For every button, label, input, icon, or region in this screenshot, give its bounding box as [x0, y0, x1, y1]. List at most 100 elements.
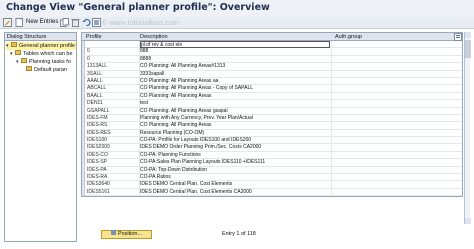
- row-selector[interactable]: [82, 114, 85, 122]
- row-selector[interactable]: [82, 159, 85, 167]
- cell-description[interactable]: CO-PA: Planning Functions: [140, 152, 330, 159]
- cell-profile: 3SALL: [87, 70, 103, 77]
- table-row[interactable]: pl.of rev & cost ele: [82, 41, 462, 49]
- copy-icon[interactable]: [60, 18, 69, 27]
- cell-description[interactable]: pl.of rev & cost ele: [140, 41, 330, 48]
- cell-description[interactable]: Planning with Any Currency, Prev. Year P…: [140, 115, 330, 122]
- table-row[interactable]: IDES5161 IDES DEMO Central Plan. Cost Ele…: [82, 188, 462, 197]
- cell-description[interactable]: CO-PA: Profile for Layouts IDES100 and I…: [140, 137, 330, 144]
- row-selector[interactable]: [82, 181, 85, 189]
- scroll-up-button[interactable]: [465, 32, 471, 38]
- row-selector[interactable]: [82, 41, 85, 48]
- delete-icon[interactable]: [71, 18, 80, 27]
- row-selector[interactable]: [82, 129, 85, 137]
- tree-item-label: Default paran: [34, 67, 68, 73]
- table-row[interactable]: IDES-PA CO-PA: Top-Down Distribution: [82, 166, 462, 175]
- table-row[interactable]: 3SALL 3333sapall: [82, 70, 462, 78]
- row-selector[interactable]: [82, 174, 85, 182]
- cell-profile: 0: [87, 48, 90, 55]
- table-row[interactable]: IDES-RS CO Planning: All Planning Areas: [82, 122, 462, 130]
- cell-description[interactable]: CO Planning: All Planning Areas aa: [140, 78, 330, 85]
- column-header-auth-group[interactable]: Auth.group: [335, 33, 362, 41]
- table-row[interactable]: ABCALL CO Planning: All Planning Areas - …: [82, 85, 462, 93]
- tree-item-planning-tasks[interactable]: ▾ Planning tasks fo: [16, 58, 76, 66]
- cell-description[interactable]: IDES DEMO Central Plan. Cost Elements: [140, 181, 330, 188]
- cell-description[interactable]: IDES DEMO Order Planning Prim./Sec. Cost…: [140, 144, 330, 151]
- position-button[interactable]: Position...: [101, 230, 152, 239]
- row-selector[interactable]: [82, 55, 85, 63]
- table-row[interactable]: DEN11 test: [82, 100, 462, 108]
- select-all-icon[interactable]: [92, 18, 101, 27]
- table-row[interactable]: AAALL CO Planning: All Planning Areas aa: [82, 77, 462, 86]
- new-entries-button[interactable]: New Entries: [26, 18, 58, 27]
- row-selector[interactable]: [82, 122, 85, 130]
- cell-profile: IDES-RS: [87, 122, 108, 129]
- table-row[interactable]: IDES-RES Resource Planning (CO-OM): [82, 129, 462, 138]
- vertical-scrollbar[interactable]: [464, 32, 471, 224]
- scroll-down-button[interactable]: [465, 218, 471, 224]
- new-entries-icon[interactable]: [15, 18, 24, 27]
- row-selector[interactable]: [82, 48, 85, 56]
- table-row[interactable]: GSAPALL CO Planning: All Planning Areas g…: [82, 107, 462, 115]
- row-selector[interactable]: [82, 77, 85, 85]
- cell-profile: DEN11: [87, 100, 103, 107]
- cell-description[interactable]: IDES DEMO Central Plan. Cost Elements CA…: [140, 189, 330, 196]
- cell-description[interactable]: CO-PA Ratios: [140, 174, 330, 181]
- table-row[interactable]: BAALL CO Planning: All Planning Areas: [82, 92, 462, 101]
- cell-profile: IDES100: [87, 137, 108, 144]
- table-row[interactable]: 0 8888: [82, 55, 462, 64]
- cell-description[interactable]: 888: [140, 48, 330, 55]
- row-selector[interactable]: [82, 188, 85, 196]
- row-selector[interactable]: [82, 100, 85, 108]
- application-toolbar: New Entries © www.tutorialkart.com: [0, 17, 474, 29]
- table-row[interactable]: 1313ALL CO Planning: All Planning Areas#1…: [82, 63, 462, 71]
- table-row[interactable]: IDES-CO CO-PA: Planning Functions: [82, 151, 462, 160]
- cell-description[interactable]: CO Planning: All Planning Areas - Copy o…: [140, 85, 330, 92]
- table-row[interactable]: IDES-SP CO-PA:Sales Plan Planning Layouts…: [82, 159, 462, 167]
- table-row[interactable]: 0 888: [82, 48, 462, 56]
- row-selector[interactable]: [82, 85, 85, 93]
- tree-item-default-parameters[interactable]: Default paran: [26, 66, 76, 74]
- entry-count-text: Entry 1 of 118: [222, 231, 256, 237]
- cell-description[interactable]: CO Planning: All Planning Areas: [140, 122, 330, 129]
- table-row[interactable]: IDES2000 IDES DEMO Order Planning Prim./S…: [82, 144, 462, 152]
- cell-profile: IDES-CO: [87, 151, 108, 158]
- row-selector[interactable]: [82, 107, 85, 115]
- table-row[interactable]: IDES-RA CO-PA Ratios: [82, 174, 462, 182]
- cell-description[interactable]: CO Planning: All Planning Areas gsapal: [140, 108, 330, 115]
- table-header: Profile Description Auth.group: [82, 33, 462, 41]
- cell-description[interactable]: 8888: [140, 56, 330, 63]
- cell-description[interactable]: Resource Planning (CO-OM): [140, 130, 330, 137]
- cell-description[interactable]: 3333sapall: [140, 71, 330, 78]
- row-selector[interactable]: [82, 70, 85, 78]
- tree-item-tables[interactable]: ▾ Tables which can be: [10, 50, 76, 58]
- row-selector[interactable]: [82, 92, 85, 100]
- tree-item-general-planner-profile[interactable]: ▾ General planner profile: [6, 42, 76, 50]
- column-header-description[interactable]: Description: [140, 33, 168, 41]
- cell-profile: IDES3640: [87, 181, 110, 188]
- row-selector[interactable]: [82, 144, 85, 152]
- row-selector[interactable]: [82, 63, 85, 71]
- table-row[interactable]: IDES100 CO-PA: Profile for Layouts IDES10…: [82, 137, 462, 145]
- cell-description[interactable]: CO-PA:Sales Plan Planning Layouts IDES11…: [140, 159, 330, 166]
- position-icon: [110, 230, 116, 236]
- profile-table-area: Profile Description Auth.group pl.of rev…: [81, 32, 471, 234]
- table-row[interactable]: IDES-FM Planning with Any Currency, Prev.…: [82, 114, 462, 123]
- row-selector[interactable]: [82, 151, 85, 159]
- cell-description[interactable]: CO Planning: All Planning Areas: [140, 93, 330, 100]
- undo-icon[interactable]: [82, 18, 91, 27]
- row-selector[interactable]: [82, 166, 85, 174]
- tree-item-label: General planner profile: [19, 43, 75, 49]
- cell-description[interactable]: test: [140, 100, 330, 107]
- scroll-thumb[interactable]: [465, 40, 471, 58]
- display-change-icon[interactable]: [3, 18, 12, 27]
- column-header-profile[interactable]: Profile: [86, 33, 102, 41]
- table-row[interactable]: IDES3640 IDES DEMO Central Plan. Cost Ele…: [82, 181, 462, 189]
- table-settings-icon[interactable]: [454, 33, 462, 41]
- position-button-label: Position...: [117, 231, 143, 237]
- cell-description[interactable]: CO-PA: Top-Down Distribution: [140, 167, 330, 174]
- table-body: pl.of rev & cost ele 0 888 0 8888 1313ALL CO P…: [82, 41, 462, 197]
- cell-description[interactable]: CO Planning: All Planning Areas#1313: [140, 63, 330, 70]
- cell-profile: IDES5161: [87, 188, 110, 195]
- row-selector[interactable]: [82, 137, 85, 145]
